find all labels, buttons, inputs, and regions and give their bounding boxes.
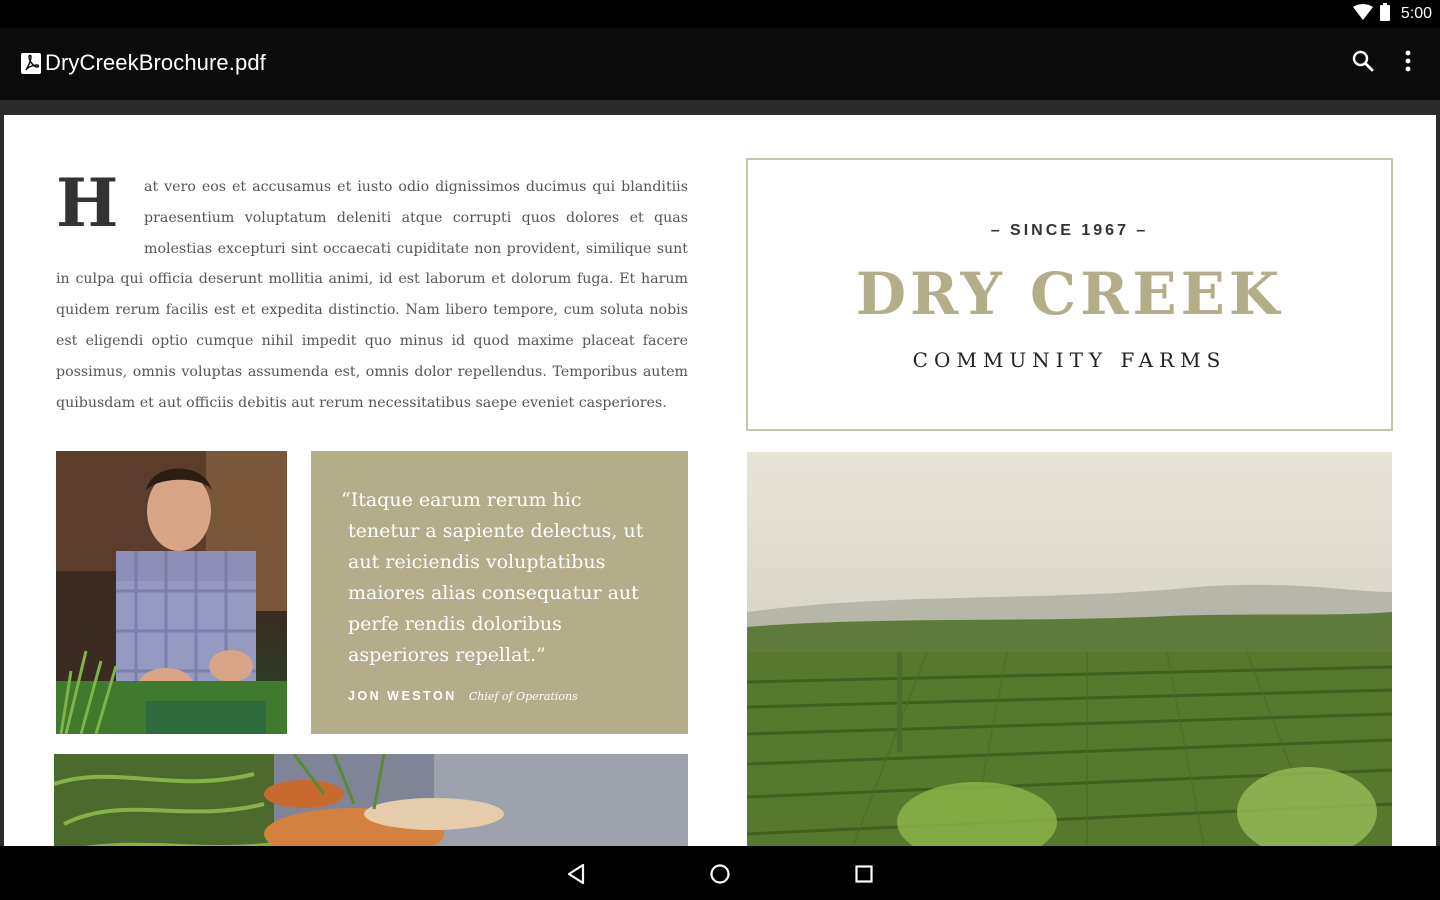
article-body: at vero eos et accusamus et iusto odio d… — [56, 179, 688, 411]
pdf-icon — [21, 53, 41, 74]
pdf-viewer[interactable]: H at vero eos et accusamus et iusto odio… — [0, 100, 1440, 846]
brand-logo: – SINCE 1967 – DRY CREEK COMMUNITY FARMS — [746, 158, 1393, 431]
overflow-menu-button[interactable] — [1396, 48, 1420, 78]
status-time: 5:00 — [1400, 5, 1432, 22]
more-vert-icon — [1405, 50, 1411, 76]
search-icon — [1352, 50, 1374, 76]
logo-since: – SINCE 1967 – — [990, 222, 1149, 239]
nav-back-button[interactable] — [562, 860, 590, 888]
quote-attribution: JON WESTON Chief of Operations — [348, 689, 578, 703]
back-icon — [562, 863, 590, 892]
logo-brand-name: DRY CREEK — [855, 260, 1284, 328]
nav-recents-button[interactable] — [850, 860, 878, 888]
search-button[interactable] — [1348, 48, 1378, 78]
battery-icon — [1379, 3, 1391, 25]
recents-icon — [850, 865, 878, 892]
drop-cap: H — [56, 164, 118, 242]
farmer-photo — [56, 451, 287, 734]
vegetables-photo — [54, 754, 688, 846]
quote-text: “Itaque earum rerum hic tenetur a sapien… — [341, 489, 644, 666]
article-text: H at vero eos et accusamus et iusto odio… — [56, 164, 688, 418]
quote-author-name: JON WESTON — [348, 689, 457, 703]
home-icon — [706, 864, 734, 892]
document-title: DryCreekBrochure.pdf — [45, 50, 266, 75]
quote-author-role: Chief of Operations — [468, 690, 578, 703]
pdf-page[interactable]: H at vero eos et accusamus et iusto odio… — [4, 115, 1436, 846]
status-icons: 5:00 — [1352, 3, 1432, 25]
status-bar: 5:00 — [0, 0, 1440, 28]
quote-card: “Itaque earum rerum hic tenetur a sapien… — [311, 451, 688, 734]
wifi-icon — [1352, 4, 1373, 24]
nav-home-button[interactable] — [706, 860, 734, 888]
app-bar: DryCreekBrochure.pdf — [0, 28, 1440, 100]
system-nav-bar — [0, 846, 1440, 900]
vineyard-photo — [747, 452, 1392, 846]
logo-subtitle: COMMUNITY FARMS — [912, 348, 1227, 372]
